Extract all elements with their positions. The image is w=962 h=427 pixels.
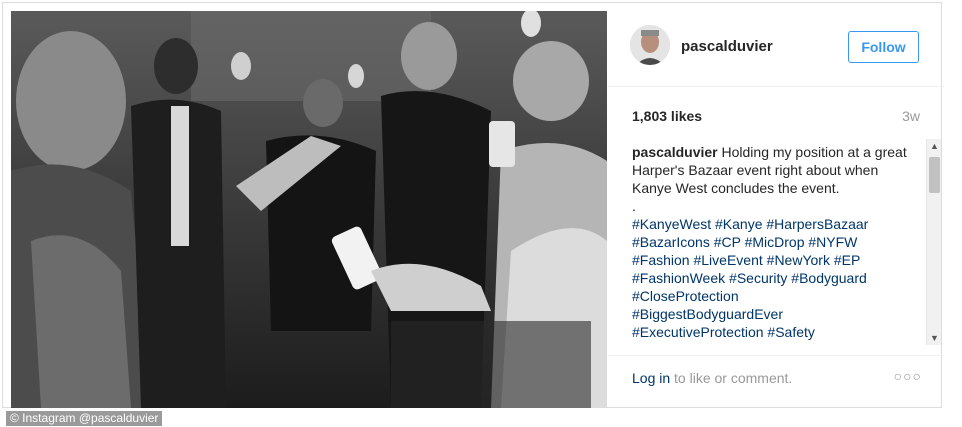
post-footer: Log in to like or comment. ○○○ bbox=[608, 355, 944, 409]
post-photo-image bbox=[11, 11, 607, 408]
caption-scroll-area[interactable]: pascalduvier Holding my position at a gr… bbox=[628, 139, 944, 345]
hashtag[interactable]: #KanyeWest bbox=[632, 216, 711, 232]
hashtag[interactable]: #Fashion bbox=[632, 252, 690, 268]
hashtag[interactable]: #FashionWeek bbox=[632, 270, 725, 286]
hashtag[interactable]: #MicDrop bbox=[745, 234, 805, 250]
avatar-image bbox=[630, 25, 670, 65]
instagram-embed-card: pascalduvier Follow 1,803 likes 3w pasca… bbox=[2, 2, 944, 409]
username[interactable]: pascalduvier bbox=[681, 38, 773, 55]
likes-count[interactable]: 1,803 likes bbox=[632, 108, 702, 124]
login-prompt: Log in to like or comment. bbox=[632, 370, 792, 386]
caption-username[interactable]: pascalduvier bbox=[632, 144, 718, 160]
post-photo[interactable] bbox=[11, 11, 607, 408]
hashtag[interactable]: #NewYork bbox=[767, 252, 830, 268]
login-link[interactable]: Log in bbox=[632, 370, 670, 386]
hashtag[interactable]: #BazarIcons bbox=[632, 234, 710, 250]
login-prompt-text: to like or comment. bbox=[670, 370, 793, 386]
avatar[interactable] bbox=[630, 25, 670, 65]
hashtag[interactable]: #Bodyguard bbox=[791, 270, 867, 286]
hashtag[interactable]: #EP bbox=[834, 252, 860, 268]
more-options-icon[interactable]: ○○○ bbox=[894, 368, 922, 384]
hashtag[interactable]: #Safety bbox=[767, 324, 814, 340]
hashtag[interactable]: #Security bbox=[729, 270, 787, 286]
hashtag[interactable]: #CP bbox=[714, 234, 741, 250]
photo-credit: © Instagram @pascalduvier bbox=[6, 411, 163, 426]
hashtag[interactable]: #CloseProtection bbox=[632, 288, 739, 304]
caption: pascalduvier Holding my position at a gr… bbox=[632, 143, 920, 341]
hashtag[interactable]: #NYFW bbox=[808, 234, 857, 250]
post-sidebar: pascalduvier Follow 1,803 likes 3w pasca… bbox=[608, 5, 944, 409]
scroll-down-arrow-icon[interactable]: ▼ bbox=[927, 331, 942, 345]
hashtag[interactable]: #LiveEvent bbox=[693, 252, 762, 268]
hashtag[interactable]: #Kanye bbox=[715, 216, 762, 232]
caption-scrollbar[interactable]: ▲ ▼ bbox=[926, 139, 941, 345]
scrollbar-thumb[interactable] bbox=[929, 157, 940, 193]
post-time[interactable]: 3w bbox=[902, 108, 920, 124]
hashtag[interactable]: #HarpersBazaar bbox=[766, 216, 868, 232]
hashtag[interactable]: #ExecutiveProtection bbox=[632, 324, 764, 340]
caption-dot: . bbox=[632, 198, 636, 214]
post-header: pascalduvier Follow bbox=[608, 5, 944, 87]
hashtag[interactable]: #BiggestBodyguardEver bbox=[632, 306, 783, 322]
follow-button[interactable]: Follow bbox=[848, 31, 919, 63]
scroll-up-arrow-icon[interactable]: ▲ bbox=[927, 139, 942, 153]
